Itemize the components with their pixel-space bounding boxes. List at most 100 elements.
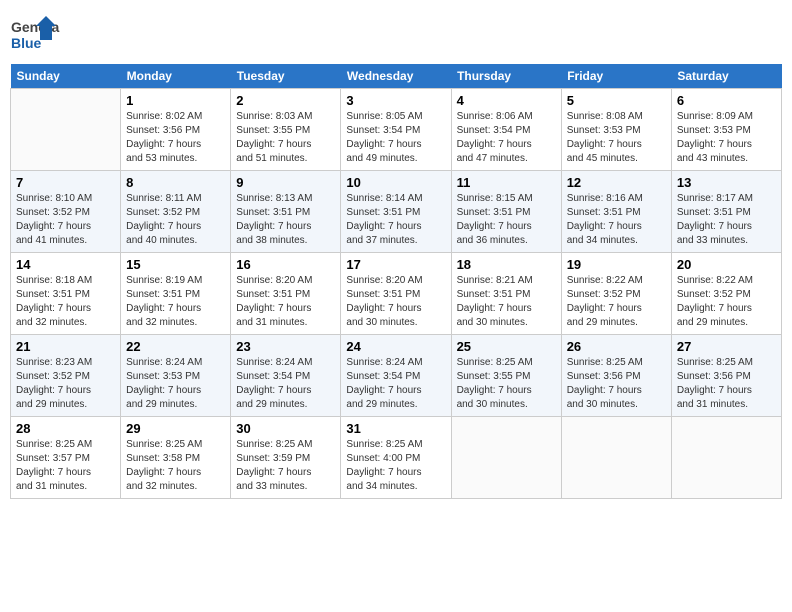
day-info: Sunrise: 8:22 AM Sunset: 3:52 PM Dayligh…	[677, 274, 776, 330]
day-info: Sunrise: 8:25 AM Sunset: 3:56 PM Dayligh…	[567, 356, 666, 412]
day-info: Sunrise: 8:15 AM Sunset: 3:51 PM Dayligh…	[457, 192, 556, 248]
day-info: Sunrise: 8:25 AM Sunset: 3:58 PM Dayligh…	[126, 438, 225, 494]
calendar-cell	[451, 417, 561, 499]
calendar-cell: 8 Sunrise: 8:11 AM Sunset: 3:52 PM Daylig…	[121, 171, 231, 253]
calendar-cell: 20 Sunrise: 8:22 AM Sunset: 3:52 PM Dayli…	[671, 253, 781, 335]
day-number: 28	[16, 421, 115, 436]
day-number: 29	[126, 421, 225, 436]
day-number: 19	[567, 257, 666, 272]
day-number: 12	[567, 175, 666, 190]
day-info: Sunrise: 8:24 AM Sunset: 3:54 PM Dayligh…	[346, 356, 445, 412]
day-number: 3	[346, 93, 445, 108]
day-number: 30	[236, 421, 335, 436]
calendar-cell: 23 Sunrise: 8:24 AM Sunset: 3:54 PM Dayli…	[231, 335, 341, 417]
day-info: Sunrise: 8:16 AM Sunset: 3:51 PM Dayligh…	[567, 192, 666, 248]
day-number: 27	[677, 339, 776, 354]
calendar-cell: 21Sunrise: 8:23 AM Sunset: 3:52 PM Dayli…	[11, 335, 121, 417]
day-number: 10	[346, 175, 445, 190]
day-of-week-header: Thursday	[451, 64, 561, 89]
day-info: Sunrise: 8:25 AM Sunset: 3:55 PM Dayligh…	[457, 356, 556, 412]
calendar-cell: 18 Sunrise: 8:21 AM Sunset: 3:51 PM Dayli…	[451, 253, 561, 335]
calendar-cell: 19Sunrise: 8:22 AM Sunset: 3:52 PM Dayli…	[561, 253, 671, 335]
calendar-cell: 9 Sunrise: 8:13 AM Sunset: 3:51 PM Daylig…	[231, 171, 341, 253]
day-info: Sunrise: 8:14 AM Sunset: 3:51 PM Dayligh…	[346, 192, 445, 248]
day-number: 20	[677, 257, 776, 272]
day-info: Sunrise: 8:21 AM Sunset: 3:51 PM Dayligh…	[457, 274, 556, 330]
day-number: 18	[457, 257, 556, 272]
calendar-cell: 5 Sunrise: 8:08 AM Sunset: 3:53 PM Daylig…	[561, 89, 671, 171]
day-of-week-header: Saturday	[671, 64, 781, 89]
day-info: Sunrise: 8:25 AM Sunset: 3:59 PM Dayligh…	[236, 438, 335, 494]
day-number: 13	[677, 175, 776, 190]
calendar-cell: 14 Sunrise: 8:18 AM Sunset: 3:51 PM Dayli…	[11, 253, 121, 335]
calendar-cell: 29 Sunrise: 8:25 AM Sunset: 3:58 PM Dayli…	[121, 417, 231, 499]
day-info: Sunrise: 8:25 AM Sunset: 4:00 PM Dayligh…	[346, 438, 445, 494]
calendar-cell: 4 Sunrise: 8:06 AM Sunset: 3:54 PM Daylig…	[451, 89, 561, 171]
calendar-cell: 2 Sunrise: 8:03 AM Sunset: 3:55 PM Daylig…	[231, 89, 341, 171]
day-info: Sunrise: 8:24 AM Sunset: 3:53 PM Dayligh…	[126, 356, 225, 412]
logo-icon: GeneralBlue	[10, 14, 60, 58]
day-info: Sunrise: 8:20 AM Sunset: 3:51 PM Dayligh…	[346, 274, 445, 330]
day-number: 14	[16, 257, 115, 272]
calendar-table: SundayMondayTuesdayWednesdayThursdayFrid…	[10, 64, 782, 499]
calendar-cell: 26 Sunrise: 8:25 AM Sunset: 3:56 PM Dayli…	[561, 335, 671, 417]
day-number: 1	[126, 93, 225, 108]
logo: GeneralBlue	[10, 14, 60, 58]
day-number: 2	[236, 93, 335, 108]
day-number: 5	[567, 93, 666, 108]
calendar-cell: 17 Sunrise: 8:20 AM Sunset: 3:51 PM Dayli…	[341, 253, 451, 335]
calendar-cell: 12 Sunrise: 8:16 AM Sunset: 3:51 PM Dayli…	[561, 171, 671, 253]
calendar-cell: 3Sunrise: 8:05 AM Sunset: 3:54 PM Daylig…	[341, 89, 451, 171]
calendar-cell: 28 Sunrise: 8:25 AM Sunset: 3:57 PM Dayli…	[11, 417, 121, 499]
day-of-week-header: Wednesday	[341, 64, 451, 89]
day-number: 9	[236, 175, 335, 190]
day-number: 26	[567, 339, 666, 354]
day-info: Sunrise: 8:11 AM Sunset: 3:52 PM Dayligh…	[126, 192, 225, 248]
day-number: 17	[346, 257, 445, 272]
calendar-cell: 22 Sunrise: 8:24 AM Sunset: 3:53 PM Dayli…	[121, 335, 231, 417]
day-number: 11	[457, 175, 556, 190]
calendar-cell	[561, 417, 671, 499]
day-info: Sunrise: 8:18 AM Sunset: 3:51 PM Dayligh…	[16, 274, 115, 330]
day-of-week-header: Friday	[561, 64, 671, 89]
calendar-cell	[671, 417, 781, 499]
day-info: Sunrise: 8:06 AM Sunset: 3:54 PM Dayligh…	[457, 110, 556, 166]
day-number: 16	[236, 257, 335, 272]
day-info: Sunrise: 8:03 AM Sunset: 3:55 PM Dayligh…	[236, 110, 335, 166]
day-number: 7	[16, 175, 115, 190]
calendar-header-row: SundayMondayTuesdayWednesdayThursdayFrid…	[11, 64, 782, 89]
day-info: Sunrise: 8:13 AM Sunset: 3:51 PM Dayligh…	[236, 192, 335, 248]
calendar-cell: 30 Sunrise: 8:25 AM Sunset: 3:59 PM Dayli…	[231, 417, 341, 499]
day-info: Sunrise: 8:20 AM Sunset: 3:51 PM Dayligh…	[236, 274, 335, 330]
svg-text:Blue: Blue	[11, 35, 42, 51]
day-info: Sunrise: 8:19 AM Sunset: 3:51 PM Dayligh…	[126, 274, 225, 330]
day-info: Sunrise: 8:25 AM Sunset: 3:57 PM Dayligh…	[16, 438, 115, 494]
day-number: 21	[16, 339, 115, 354]
day-info: Sunrise: 8:24 AM Sunset: 3:54 PM Dayligh…	[236, 356, 335, 412]
day-info: Sunrise: 8:17 AM Sunset: 3:51 PM Dayligh…	[677, 192, 776, 248]
calendar-cell: 7 Sunrise: 8:10 AM Sunset: 3:52 PM Daylig…	[11, 171, 121, 253]
day-number: 8	[126, 175, 225, 190]
svg-text:General: General	[11, 19, 60, 35]
day-of-week-header: Sunday	[11, 64, 121, 89]
calendar-cell: 16 Sunrise: 8:20 AM Sunset: 3:51 PM Dayli…	[231, 253, 341, 335]
calendar-cell: 1 Sunrise: 8:02 AM Sunset: 3:56 PM Daylig…	[121, 89, 231, 171]
calendar-cell: 15 Sunrise: 8:19 AM Sunset: 3:51 PM Dayli…	[121, 253, 231, 335]
day-info: Sunrise: 8:10 AM Sunset: 3:52 PM Dayligh…	[16, 192, 115, 248]
calendar-cell: 24 Sunrise: 8:24 AM Sunset: 3:54 PM Dayli…	[341, 335, 451, 417]
day-info: Sunrise: 8:08 AM Sunset: 3:53 PM Dayligh…	[567, 110, 666, 166]
day-info: Sunrise: 8:25 AM Sunset: 3:56 PM Dayligh…	[677, 356, 776, 412]
day-number: 15	[126, 257, 225, 272]
calendar-cell: 10 Sunrise: 8:14 AM Sunset: 3:51 PM Dayli…	[341, 171, 451, 253]
day-number: 24	[346, 339, 445, 354]
day-number: 4	[457, 93, 556, 108]
day-number: 22	[126, 339, 225, 354]
day-number: 6	[677, 93, 776, 108]
day-info: Sunrise: 8:02 AM Sunset: 3:56 PM Dayligh…	[126, 110, 225, 166]
day-info: Sunrise: 8:09 AM Sunset: 3:53 PM Dayligh…	[677, 110, 776, 166]
day-number: 23	[236, 339, 335, 354]
calendar-cell: 27 Sunrise: 8:25 AM Sunset: 3:56 PM Dayli…	[671, 335, 781, 417]
day-number: 25	[457, 339, 556, 354]
calendar-cell: 13 Sunrise: 8:17 AM Sunset: 3:51 PM Dayli…	[671, 171, 781, 253]
calendar-cell: 31Sunrise: 8:25 AM Sunset: 4:00 PM Dayli…	[341, 417, 451, 499]
